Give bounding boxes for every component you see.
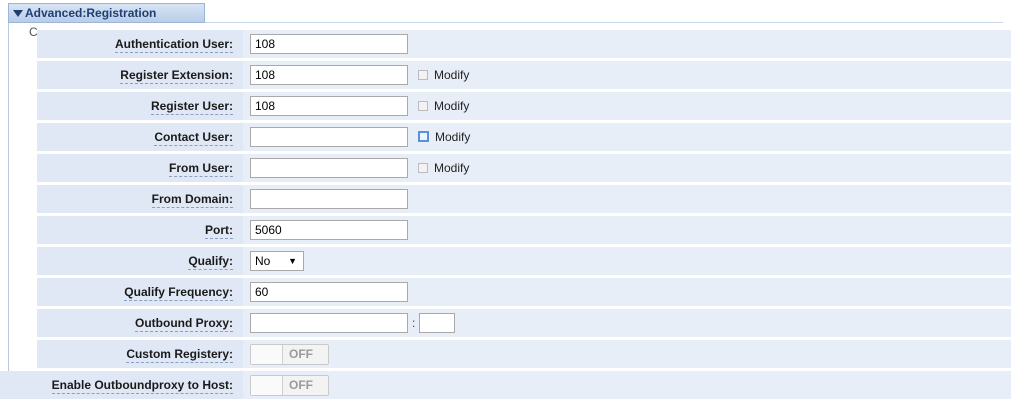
from-domain-input[interactable] [250, 189, 408, 209]
section-title: Advanced:Registration [25, 6, 157, 20]
header-divider [205, 22, 1003, 23]
register-user-input[interactable] [250, 96, 408, 116]
row-authentication-user: Authentication User: [37, 30, 1011, 58]
register-extension-modify-label: Modify [434, 68, 470, 82]
contact-user-input[interactable] [250, 127, 408, 147]
qualify-select[interactable]: No ▼ [250, 251, 304, 271]
row-qualify: Qualify: No ▼ [37, 247, 1011, 275]
qualify-label: Qualify: [188, 254, 233, 270]
register-user-modify-label: Modify [434, 99, 470, 113]
section-frame-border [8, 23, 9, 390]
register-extension-label: Register Extension: [120, 68, 233, 84]
dropdown-caret-icon: ▼ [288, 256, 297, 266]
port-input[interactable] [250, 220, 408, 240]
row-register-user: Register User: Modify [37, 92, 1011, 120]
row-outbound-proxy: Outbound Proxy: : [37, 309, 1011, 337]
custom-registery-toggle[interactable]: OFF [250, 344, 329, 365]
qualify-frequency-label: Qualify Frequency: [124, 285, 233, 301]
toggle-knob [251, 376, 283, 395]
register-user-modify[interactable]: Modify [418, 99, 469, 113]
authentication-user-label: Authentication User: [114, 37, 233, 53]
outbound-proxy-separator: : [412, 316, 416, 330]
port-label: Port: [205, 223, 233, 239]
contact-user-modify-label: Modify [435, 130, 471, 144]
collapse-triangle-icon[interactable] [13, 10, 23, 17]
register-extension-input[interactable] [250, 65, 408, 85]
from-user-modify-checkbox[interactable] [418, 163, 428, 173]
from-user-modify[interactable]: Modify [418, 161, 469, 175]
row-outboundproxy-to-host: Enable Outboundproxy to Host: OFF [0, 371, 1011, 399]
from-domain-label: From Domain: [151, 192, 233, 208]
custom-registery-label: Custom Registery: [126, 347, 233, 363]
from-user-modify-label: Modify [434, 161, 470, 175]
row-port: Port: [37, 216, 1011, 244]
row-register-extension: Register Extension: Modify [37, 61, 1011, 89]
outboundproxy-to-host-label: Enable Outboundproxy to Host: [51, 378, 233, 394]
row-contact-user: Contact User: Modify [37, 123, 1011, 151]
outboundproxy-to-host-toggle[interactable]: OFF [250, 375, 329, 396]
register-user-modify-checkbox[interactable] [418, 101, 428, 111]
row-from-domain: From Domain: [37, 185, 1011, 213]
registration-form: Authentication User: Register Extension:… [0, 30, 1011, 402]
outbound-proxy-port-input[interactable] [419, 313, 455, 333]
outboundproxy-to-host-state: OFF [289, 378, 313, 392]
from-user-input[interactable] [250, 158, 408, 178]
register-extension-modify-checkbox[interactable] [418, 70, 428, 80]
register-extension-modify[interactable]: Modify [418, 68, 469, 82]
outbound-proxy-label: Outbound Proxy: [135, 316, 233, 332]
contact-user-label: Contact User: [154, 130, 233, 146]
contact-user-modify-checkbox[interactable] [418, 131, 429, 142]
from-user-label: From User: [168, 161, 233, 177]
row-custom-registery: Custom Registery: OFF [37, 340, 1011, 368]
qualify-selected-value: No [255, 254, 271, 268]
custom-registery-state: OFF [289, 347, 313, 361]
register-user-label: Register User: [150, 99, 233, 115]
toggle-knob [251, 345, 283, 364]
row-from-user: From User: Modify [37, 154, 1011, 182]
outbound-proxy-host-input[interactable] [250, 313, 408, 333]
section-header-advanced-registration[interactable]: Advanced:Registration [8, 3, 205, 23]
row-qualify-frequency: Qualify Frequency: [37, 278, 1011, 306]
qualify-frequency-input[interactable] [250, 282, 408, 302]
authentication-user-input[interactable] [250, 34, 408, 54]
contact-user-modify[interactable]: Modify [418, 130, 470, 144]
